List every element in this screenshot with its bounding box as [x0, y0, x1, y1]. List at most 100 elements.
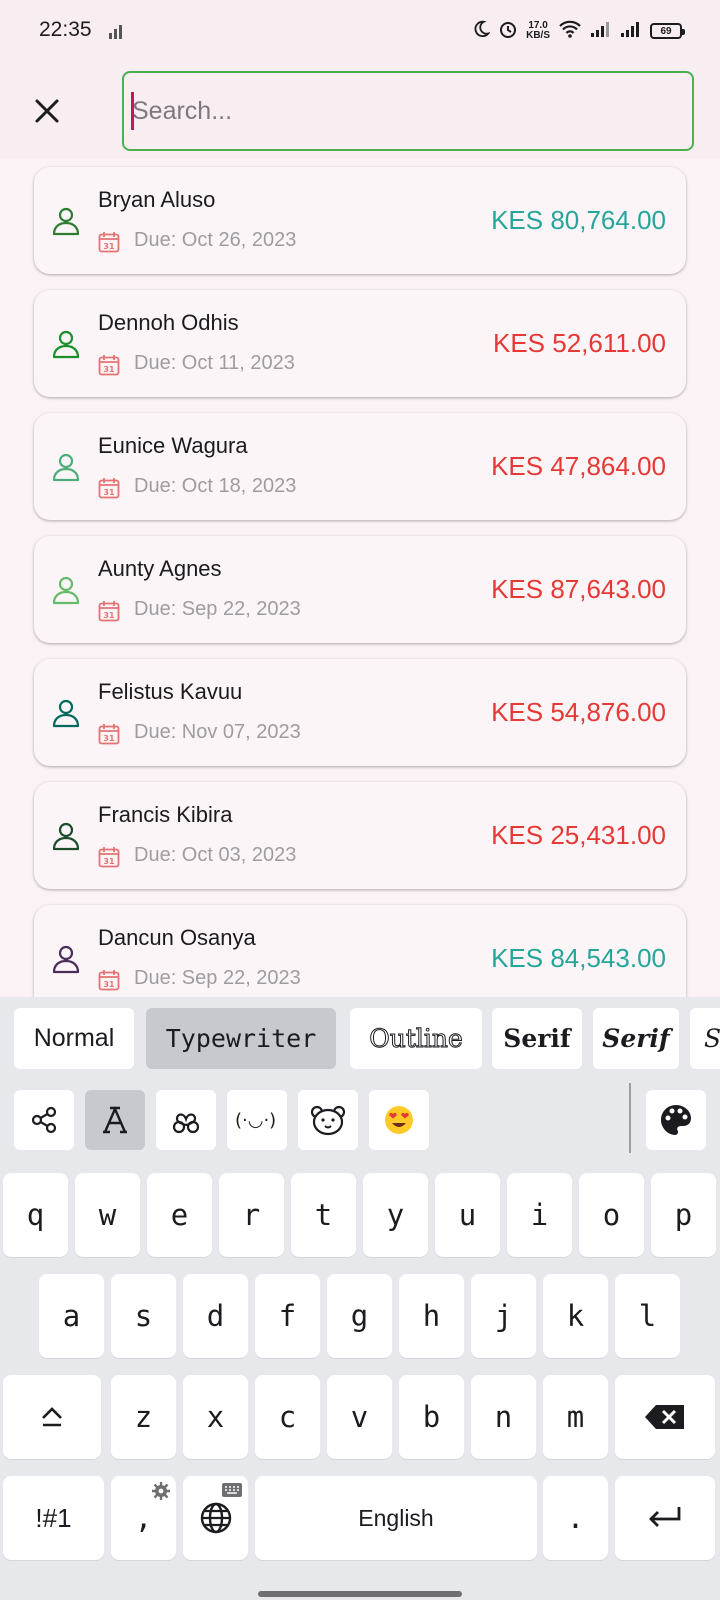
key-y[interactable]: y	[363, 1173, 428, 1257]
key-r[interactable]: r	[219, 1173, 284, 1257]
key-c[interactable]: c	[255, 1375, 320, 1459]
key-m[interactable]: m	[543, 1375, 608, 1459]
svg-text:31: 31	[103, 611, 115, 620]
debtor-name: Francis Kibira	[98, 802, 233, 827]
key-q[interactable]: q	[3, 1173, 68, 1257]
font-style-serif-italic[interactable]: Serif	[593, 1008, 679, 1069]
emoji-button[interactable]	[369, 1090, 429, 1150]
font-style-serif-bold[interactable]: Serif	[492, 1008, 582, 1069]
enter-key[interactable]	[615, 1476, 715, 1560]
key-d[interactable]: d	[183, 1274, 248, 1358]
font-button[interactable]	[85, 1090, 145, 1150]
moon-icon	[472, 20, 491, 43]
globe-icon	[200, 1502, 231, 1534]
key-l[interactable]: l	[615, 1274, 680, 1358]
backspace-key[interactable]	[615, 1375, 715, 1459]
key-label: z	[134, 1400, 153, 1434]
kaomoji-icon: (·◡·)	[235, 1110, 276, 1131]
key-label: m	[566, 1400, 585, 1434]
comma-key[interactable]: ,	[111, 1476, 176, 1560]
close-button[interactable]	[22, 86, 72, 136]
key-label: d	[206, 1299, 225, 1333]
debtor-card[interactable]: Dennoh Odhis 31 Due: Oct 11, 2023 KES 52,61…	[34, 290, 686, 397]
shift-key[interactable]	[3, 1375, 101, 1459]
key-u[interactable]: u	[435, 1173, 500, 1257]
debtor-card[interactable]: Eunice Wagura 31 Due: Oct 18, 2023 KES 47,8…	[34, 413, 686, 520]
svg-text:31: 31	[103, 980, 115, 989]
key-label: b	[422, 1400, 441, 1434]
key-v[interactable]: v	[327, 1375, 392, 1459]
key-k[interactable]: k	[543, 1274, 608, 1358]
key-i[interactable]: i	[507, 1173, 572, 1257]
key-label: v	[350, 1400, 369, 1434]
due-date: Due: Oct 03, 2023	[134, 844, 297, 866]
key-j[interactable]: j	[471, 1274, 536, 1358]
key-x[interactable]: x	[183, 1375, 248, 1459]
signal-activity-icon	[108, 22, 126, 45]
key-label: p	[674, 1198, 693, 1232]
font-style-typewriter[interactable]: Typewriter	[146, 1008, 336, 1069]
font-style-label: Typewriter	[165, 1024, 317, 1053]
key-z[interactable]: z	[111, 1375, 176, 1459]
share-icon	[31, 1106, 57, 1134]
period-key[interactable]: .	[543, 1476, 608, 1560]
key-p[interactable]: p	[651, 1173, 716, 1257]
key-f[interactable]: f	[255, 1274, 320, 1358]
on-screen-keyboard: Normal Typewriter Outline Serif Serif S …	[0, 997, 720, 1600]
key-t[interactable]: t	[291, 1173, 356, 1257]
search-input[interactable]	[130, 73, 680, 149]
key-b[interactable]: b	[399, 1375, 464, 1459]
key-o[interactable]: o	[579, 1173, 644, 1257]
palette-icon	[661, 1105, 691, 1135]
font-style-outline[interactable]: Outline	[350, 1008, 482, 1069]
debtor-card[interactable]: Aunty Agnes 31 Due: Sep 22, 2023 KES 87,643…	[34, 536, 686, 643]
svg-text:31: 31	[103, 365, 115, 374]
key-label: r	[242, 1198, 261, 1232]
bear-button[interactable]	[298, 1090, 358, 1150]
key-label: c	[278, 1400, 297, 1434]
key-label: u	[458, 1198, 477, 1232]
debtor-name: Felistus Kavuu	[98, 679, 243, 704]
hearts-icon	[172, 1113, 200, 1134]
key-label: j	[494, 1299, 513, 1333]
person-icon	[52, 576, 80, 605]
svg-text:31: 31	[103, 734, 115, 743]
calendar-icon: 31	[98, 601, 120, 622]
debtor-card[interactable]: Francis Kibira 31 Due: Oct 03, 2023 KES 25,…	[34, 782, 686, 889]
debtor-name: Eunice Wagura	[98, 433, 248, 458]
theme-button[interactable]	[646, 1090, 706, 1150]
text-cursor	[131, 92, 134, 130]
kaomoji-button[interactable]: (·◡·)	[227, 1090, 287, 1150]
person-icon	[52, 699, 80, 728]
font-style-normal[interactable]: Normal	[14, 1008, 134, 1069]
amount-due: KES 25,431.00	[491, 820, 666, 850]
language-key[interactable]	[183, 1476, 248, 1560]
share-button[interactable]	[14, 1090, 74, 1150]
key-e[interactable]: e	[147, 1173, 212, 1257]
key-g[interactable]: g	[327, 1274, 392, 1358]
keyboard-toolbar: (·◡·)	[0, 1069, 720, 1161]
home-indicator[interactable]	[258, 1591, 462, 1597]
calendar-icon: 31	[98, 355, 120, 376]
font-style-label: Serif	[503, 1024, 571, 1053]
amount-due: KES 47,864.00	[491, 451, 666, 481]
key-h[interactable]: h	[399, 1274, 464, 1358]
sticker-button[interactable]	[156, 1090, 216, 1150]
svg-text:31: 31	[103, 488, 115, 497]
key-w[interactable]: w	[75, 1173, 140, 1257]
debtor-card[interactable]: Bryan Aluso 31 Due: Oct 26, 2023 KES 80,764…	[34, 167, 686, 274]
key-a[interactable]: a	[39, 1274, 104, 1358]
key-n[interactable]: n	[471, 1375, 536, 1459]
search-field[interactable]	[122, 71, 694, 151]
key-s[interactable]: s	[111, 1274, 176, 1358]
symbols-key[interactable]: !#1	[3, 1476, 104, 1560]
font-style-script[interactable]: S	[690, 1008, 720, 1069]
key-label: i	[530, 1198, 549, 1232]
debtor-list[interactable]: Bryan Aluso 31 Due: Oct 26, 2023 KES 80,764…	[0, 159, 720, 997]
space-key[interactable]: English	[255, 1476, 537, 1560]
debtor-card[interactable]: Felistus Kavuu 31 Due: Nov 07, 2023 KES 54,…	[34, 659, 686, 766]
debtor-card[interactable]: Dancun Osanya 31 Due: Sep 22, 2023 KES 84,5…	[34, 905, 686, 997]
key-label: a	[62, 1299, 81, 1333]
key-label: s	[134, 1299, 153, 1333]
close-icon	[35, 99, 59, 123]
